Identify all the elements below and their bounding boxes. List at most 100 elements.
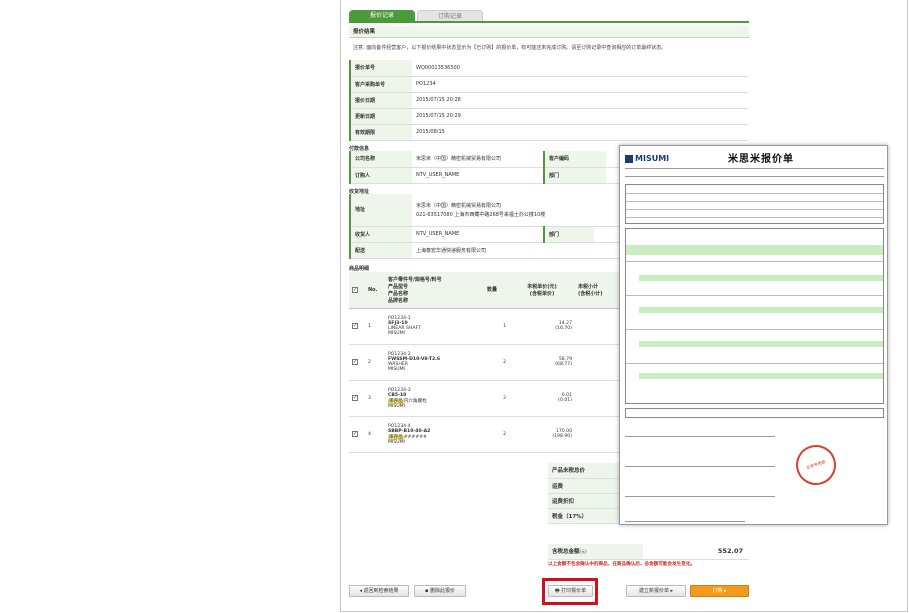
col-unit-tax-label: (含税单价) (529, 290, 555, 297)
update-date-value: 2015/07/15 20:29 (412, 108, 749, 125)
col-name-label: 产品名称 (388, 290, 409, 297)
doc-grid-line (626, 329, 883, 330)
row-qty: 2 (475, 380, 509, 417)
row-name: 内六角螺栓 (403, 398, 427, 404)
row-brand: MISUMI (388, 403, 405, 409)
document-title: 米思米报价单 (728, 154, 794, 165)
delete-quote-button[interactable]: ▪ 删除此报价 (414, 585, 466, 597)
col-no: No. (365, 272, 385, 309)
row-qty: 2 (475, 344, 509, 381)
quote-date-label: 报价日期 (349, 92, 412, 109)
doc-rule (625, 496, 775, 497)
row-name: ###### (403, 434, 427, 440)
row-unit-cell: 58.79 (68.77) (509, 344, 575, 381)
back-to-results-label: 返回到检索结果 (363, 588, 399, 594)
col-unit-label: 未税单价 (527, 283, 548, 290)
customer-code-label: 客户编码 (543, 151, 606, 168)
select-all-cell: ✓ (349, 272, 365, 309)
expiry-label: 有效期限 (349, 124, 412, 141)
ship-dept-label: 部门 (543, 226, 594, 243)
stock-tag: 库存品 (388, 398, 404, 404)
doc-grid-line (626, 201, 883, 202)
total-value: 552.07 (643, 544, 749, 560)
row-brand: MISUMI (388, 331, 405, 336)
total-label: 含税总金额 (552, 549, 580, 556)
row-unit-cell: 14.27 (16.70) (509, 308, 575, 345)
company-seal: 业务专用章 (790, 439, 842, 491)
doc-band (639, 307, 883, 313)
row-qty: 1 (475, 308, 509, 345)
doc-notes-grid (625, 408, 884, 418)
tab-underline (349, 21, 749, 23)
col-qty: 数量 (475, 272, 509, 309)
back-to-results-button[interactable]: ◂ 返回到检索结果 (349, 585, 409, 597)
notice-text: 注意: 面向备件经营客户，以下报价结果中状态显示为【已订购】的报价单，有可能还未… (353, 45, 667, 51)
orderer-value: NTV_USER_NAME (412, 167, 544, 184)
row-part-cell: PO1234-4 SBBP-B10-40-A2 库存品###### MISUMI (385, 416, 475, 453)
payer-dept-label: 部门 (543, 167, 606, 184)
quote-document-preview: MISUMI 米思米报价单 业务专用章 (619, 145, 888, 525)
row-no: 2 (365, 344, 385, 381)
row-checkbox[interactable]: ✓ (352, 359, 358, 365)
misumi-logo: MISUMI (625, 154, 669, 163)
doc-grid-line (626, 295, 883, 296)
table-row: ✓ 2 PO1234-2 FWSSM-D10-V8-T2.6 WASHER MI… (349, 344, 629, 381)
row-no: 1 (365, 308, 385, 345)
doc-rule (625, 436, 775, 437)
row-unit-tax: (68.77) (555, 362, 572, 367)
col-model-label: 产品型号 (388, 283, 409, 290)
order-label: 订购 (712, 588, 723, 594)
logo-text: MISUMI (635, 154, 670, 163)
select-all-checkbox[interactable]: ✓ (352, 286, 358, 293)
delete-quote-label: 删除此报价 (429, 588, 455, 594)
row-checkbox[interactable]: ✓ (352, 431, 358, 437)
doc-rule (625, 466, 775, 467)
doc-grid-line (626, 217, 883, 218)
new-quote-button[interactable]: 建立新报价单 ▸ (626, 585, 686, 597)
row-brand: MISUMI (388, 439, 405, 445)
col-brand-label: 品牌名称 (388, 297, 409, 304)
doc-grid-line (626, 261, 883, 262)
doc-band (639, 373, 883, 379)
receiver-label: 收货人 (349, 226, 412, 243)
row-unit-tax: (198.90) (552, 434, 572, 439)
quote-date-value: 2015/07/15 20:28 (412, 92, 749, 109)
row-unit-tax: (0.01) (558, 398, 572, 403)
table-row: ✓ 1 PO1234-1 SFJ3-10 LINEAR SHAFT MISUMI… (349, 308, 629, 345)
po-no-label: 客户采购单号 (349, 76, 412, 93)
doc-grid-line (626, 193, 883, 194)
row-checkbox[interactable]: ✓ (352, 395, 358, 401)
col-unit-note: (元) (547, 283, 557, 290)
row-unit-cell: 0.01 (0.01) (509, 380, 575, 417)
doc-grid-line (626, 209, 883, 210)
row-brand: MISUMI (388, 367, 405, 372)
orderer-label: 订购人 (349, 167, 412, 184)
doc-rule (625, 176, 884, 177)
row-unit-tax: (16.70) (555, 326, 572, 331)
col-part-label: 客户零件号/规格号/料号 (388, 276, 442, 283)
order-button[interactable]: 订购 ▸ (690, 585, 749, 597)
row-checkbox[interactable]: ✓ (352, 323, 358, 329)
highlight-box (542, 578, 598, 605)
doc-grid-line (626, 363, 883, 364)
items-section-label: 商品明细 (349, 266, 370, 272)
items-table: ✓ No. 客户零件号/规格号/料号 产品型号 产品名称 品牌名称 数量 未税单… (349, 272, 629, 453)
col-part: 客户零件号/规格号/料号 产品型号 产品名称 品牌名称 (385, 272, 475, 309)
doc-band (639, 275, 883, 281)
new-quote-label: 建立新报价单 (638, 588, 669, 594)
row-part-cell: PO1234-2 FWSSM-D10-V8-T2.6 WASHER MISUMI (385, 344, 475, 381)
logo-mark-icon (625, 154, 633, 163)
row-no: 3 (365, 380, 385, 417)
items-header-row: ✓ No. 客户零件号/规格号/料号 产品型号 产品名称 品牌名称 数量 未税单… (349, 272, 629, 309)
receiver-value: NTV_USER_NAME (412, 226, 544, 243)
row-no: 4 (365, 416, 385, 453)
doc-band (639, 341, 883, 347)
table-row: ✓ 3 PO1234-3 CB5-10 库存品内六角螺栓 MISUMI 2 0.… (349, 380, 629, 417)
doc-items-grid (625, 228, 884, 404)
po-no-value: PO1234 (412, 76, 749, 93)
quote-no-value: WQ00013536500 (412, 60, 749, 77)
doc-rule (625, 521, 745, 522)
total-table: 含税总金额(元) 552.07 (548, 544, 749, 560)
chevron-right-icon: ▸ (724, 588, 727, 594)
row-part-cell: PO1234-3 CB5-10 库存品内六角螺栓 MISUMI (385, 380, 475, 417)
